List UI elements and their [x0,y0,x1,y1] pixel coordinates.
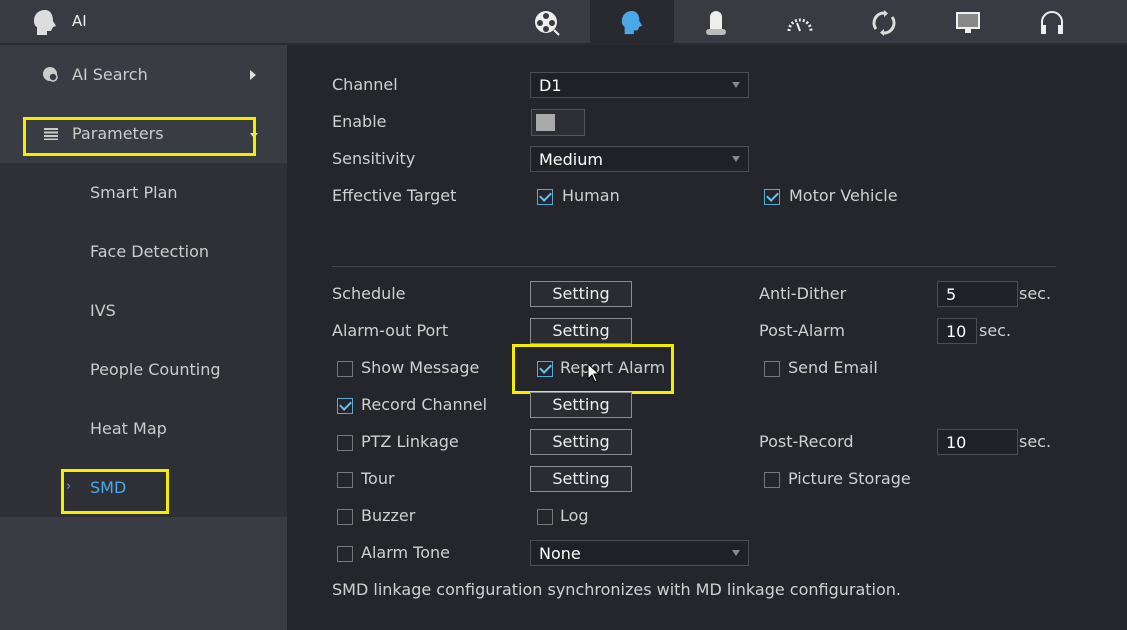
smd-settings-panel: Channel D1 Enable Sensitivity Medium Eff… [290,45,1127,630]
record-setting-button[interactable]: Setting [530,392,632,418]
anti-dither-input[interactable]: 5 [937,281,1018,307]
log-checkbox[interactable] [537,509,553,525]
picture-storage-checkbox[interactable] [764,472,780,488]
human-label: Human [562,186,620,205]
send-email-checkbox[interactable] [764,361,780,377]
gauge-icon [787,18,813,31]
sensitivity-value: Medium [539,150,603,169]
channel-value: D1 [539,76,562,95]
chevron-down-icon [732,550,740,556]
sidebar-item-people-counting[interactable]: People Counting [0,350,287,390]
sec-unit: sec. [979,321,1012,340]
channel-select[interactable]: D1 [530,72,749,98]
buzzer-label: Buzzer [361,506,416,525]
log-label: Log [560,506,589,525]
sidebar-submenu: Smart Plan Face Detection IVS People Cou… [0,163,287,517]
top-bar: AI [0,0,1127,45]
enable-label: Enable [332,112,387,131]
refresh-icon [872,9,896,36]
alarm-tone-value: None [539,544,581,563]
schedule-label: Schedule [332,284,406,303]
sensitivity-label: Sensitivity [332,149,416,168]
chevron-down-icon [732,82,740,88]
sensitivity-select[interactable]: Medium [530,146,749,172]
highlight-box [23,117,256,156]
show-message-label: Show Message [361,358,480,377]
alarm-tone-label: Alarm Tone [361,543,450,562]
ptz-setting-button[interactable]: Setting [530,429,632,455]
tab-ai[interactable] [590,0,674,45]
sidebar-item-label: AI Search [72,65,148,84]
sidebar-item-heat-map[interactable]: Heat Map [0,409,287,449]
enable-toggle[interactable] [531,109,585,136]
ai-head-icon [621,10,643,34]
sidebar-item-label: Smart Plan [90,183,178,202]
alarm-light-icon [706,10,726,35]
motor-vehicle-label: Motor Vehicle [789,186,898,205]
highlight-box [61,469,169,514]
sidebar-item-ai-search[interactable]: AI Search [0,55,287,95]
picture-storage-label: Picture Storage [788,469,911,488]
sidebar-item-face-detection[interactable]: Face Detection [0,232,287,272]
tour-label: Tour [361,469,395,488]
post-alarm-label: Post-Alarm [759,321,845,340]
app-title: AI [72,12,87,30]
chevron-down-icon [732,156,740,162]
monitor-icon [956,11,980,33]
mouse-cursor-icon [587,363,601,383]
sidebar-item-ivs[interactable]: IVS [0,291,287,331]
sidebar: AI Search Parameters Smart Plan Face Det… [0,45,287,630]
post-alarm-input[interactable]: 10 [937,318,977,344]
alarm-tone-checkbox[interactable] [337,546,353,562]
divider [332,266,1056,267]
tour-checkbox[interactable] [337,472,353,488]
sidebar-item-label: People Counting [90,360,221,379]
record-channel-checkbox[interactable] [337,398,353,414]
alarm-tone-select[interactable]: None [530,540,749,566]
sidebar-item-label: Heat Map [90,419,167,438]
motor-vehicle-checkbox[interactable] [764,189,780,205]
film-reel-icon [535,10,560,36]
sidebar-item-label: Face Detection [90,242,209,261]
alarm-out-setting-button[interactable]: Setting [530,318,632,344]
tab-alarm[interactable] [674,0,758,45]
anti-dither-label: Anti-Dither [759,284,847,303]
ptz-linkage-label: PTZ Linkage [361,432,459,451]
search-icon [42,66,60,84]
sidebar-item-smart-plan[interactable]: Smart Plan [0,173,287,213]
alarm-out-label: Alarm-out Port [332,321,449,340]
tab-maintenance[interactable] [842,0,926,45]
chevron-right-icon [250,70,256,80]
toggle-knob [536,114,555,131]
ptz-linkage-checkbox[interactable] [337,435,353,451]
sec-unit: sec. [1019,432,1052,451]
tour-setting-button[interactable]: Setting [530,466,632,492]
sec-unit: sec. [1019,284,1052,303]
info-note: SMD linkage configuration synchronizes w… [332,580,902,599]
tab-performance[interactable] [758,0,842,45]
show-message-checkbox[interactable] [337,361,353,377]
schedule-setting-button[interactable]: Setting [530,281,632,307]
effective-target-label: Effective Target [332,186,457,205]
tab-audio[interactable] [1010,0,1094,45]
sidebar-item-label: IVS [90,301,116,320]
post-record-input[interactable]: 10 [937,429,1018,455]
buzzer-checkbox[interactable] [337,509,353,525]
send-email-label: Send Email [788,358,878,377]
channel-label: Channel [332,75,398,94]
human-checkbox[interactable] [537,189,553,205]
post-record-label: Post-Record [759,432,854,451]
headset-icon [1041,10,1063,34]
ai-head-icon [34,10,56,35]
record-channel-label: Record Channel [361,395,488,414]
tab-display[interactable] [926,0,1010,45]
tab-playback[interactable] [505,0,589,45]
